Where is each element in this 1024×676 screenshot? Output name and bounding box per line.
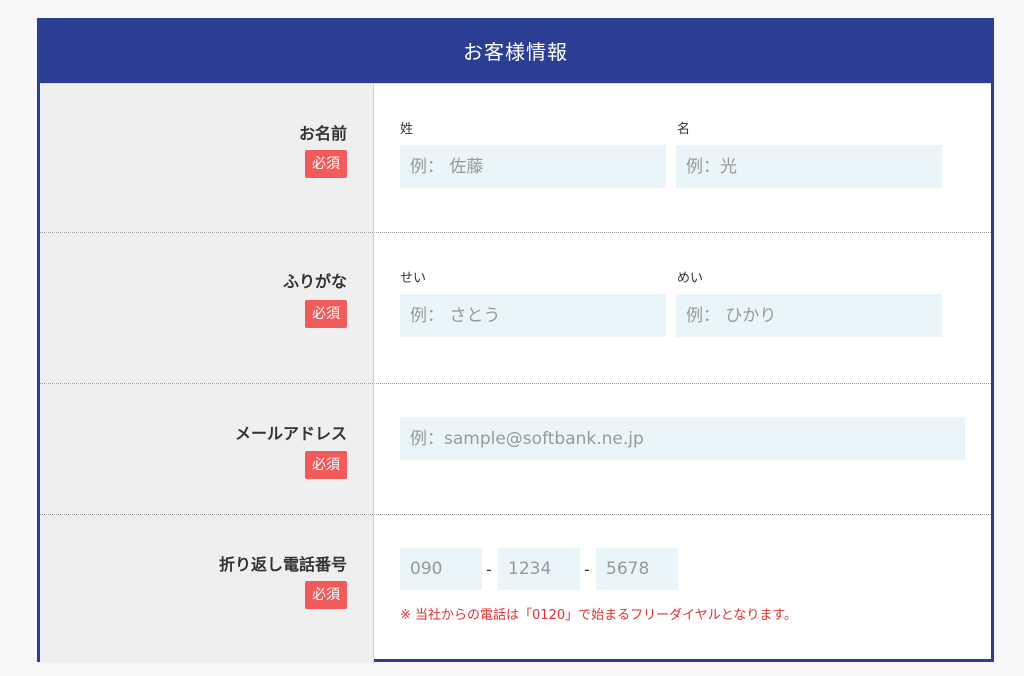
name-label-cell: お名前 必須	[40, 84, 374, 232]
first-kana-label: めい	[677, 271, 704, 286]
email-fields	[374, 384, 991, 514]
first-name-input[interactable]	[676, 145, 942, 188]
kana-row: ふりがな 必須 せい めい	[40, 232, 991, 383]
phone-part2-input[interactable]	[498, 548, 580, 590]
last-name-label: 姓	[400, 122, 414, 137]
first-kana-input[interactable]	[676, 294, 942, 337]
required-badge: 必須	[305, 300, 347, 328]
phone-label: 折り返し電話番号	[218, 555, 347, 574]
email-label: メールアドレス	[234, 424, 347, 443]
phone-label-cell: 折り返し電話番号 必須	[40, 515, 374, 663]
phone-part3-input[interactable]	[596, 548, 678, 590]
required-badge: 必須	[305, 581, 347, 609]
name-label: お名前	[298, 124, 347, 143]
last-kana-label: せい	[400, 271, 427, 286]
phone-separator: -	[584, 560, 590, 579]
email-input[interactable]	[400, 417, 965, 460]
required-badge: 必須	[305, 150, 347, 178]
kana-label-cell: ふりがな 必須	[40, 233, 374, 383]
section-title: お客様情報	[40, 18, 991, 83]
last-kana-input[interactable]	[400, 294, 666, 337]
phone-separator: -	[486, 560, 492, 579]
required-badge: 必須	[305, 451, 347, 479]
kana-label: ふりがな	[282, 272, 347, 291]
last-name-input[interactable]	[400, 145, 666, 188]
kana-fields: せい めい	[374, 233, 991, 383]
phone-fields: - - ※ 当社からの電話は「0120」で始まるフリーダイヤルとなります。	[374, 515, 991, 663]
first-name-label: 名	[677, 122, 691, 137]
phone-part1-input[interactable]	[400, 548, 482, 590]
name-fields: 姓 名	[374, 84, 991, 232]
name-row: お名前 必須 姓 名	[40, 83, 991, 232]
email-row: メールアドレス 必須	[40, 383, 991, 514]
phone-row: 折り返し電話番号 必須 - - ※ 当社からの電話は「0120」で始まるフリーダ…	[40, 514, 991, 663]
phone-note: ※ 当社からの電話は「0120」で始まるフリーダイヤルとなります。	[400, 608, 798, 623]
email-label-cell: メールアドレス 必須	[40, 384, 374, 514]
customer-info-form: お客様情報 お名前 必須 姓 名 ふりがな 必須 せい めい メールアドレス 必	[37, 18, 994, 663]
